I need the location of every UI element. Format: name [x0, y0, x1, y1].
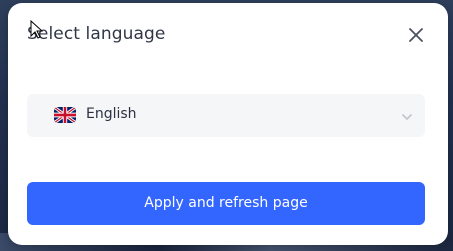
language-select[interactable]: English — [27, 94, 425, 137]
apply-refresh-button[interactable]: Apply and refresh page — [27, 182, 425, 225]
selected-language: English — [86, 106, 137, 122]
chevron-down-icon — [400, 109, 414, 123]
language-dialog: Select language English Apply and refres… — [8, 3, 448, 245]
uk-flag-icon — [54, 107, 76, 123]
dialog-title: Select language — [27, 24, 166, 44]
close-button[interactable] — [406, 25, 426, 45]
close-icon — [409, 28, 423, 42]
